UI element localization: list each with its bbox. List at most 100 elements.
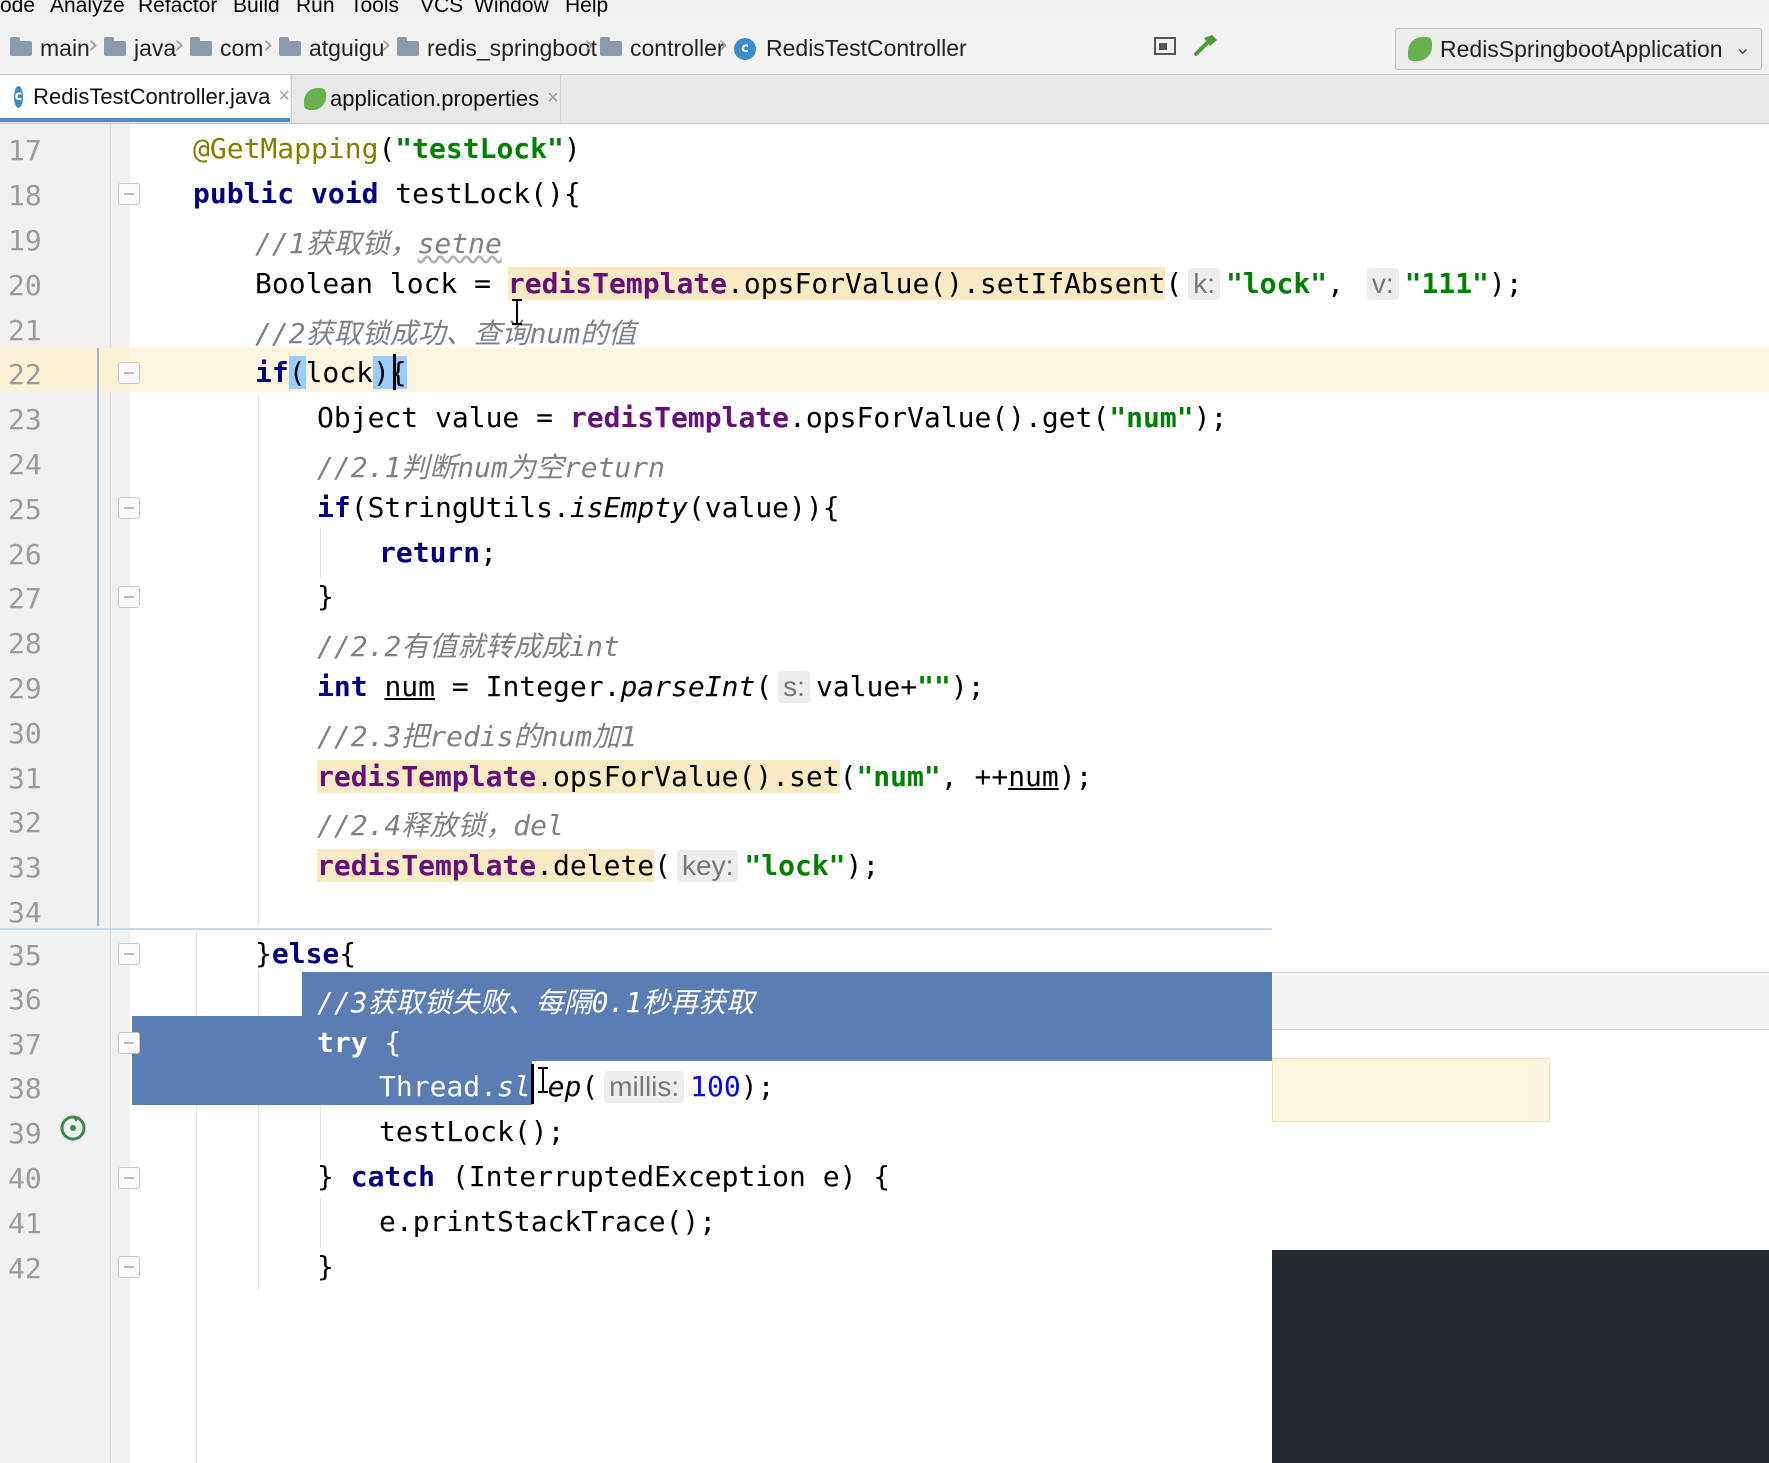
code-text: public void testLock(){ xyxy=(193,177,581,210)
comment-text: //1获取锁，setne xyxy=(255,227,502,260)
code-text: if(StringUtils.isEmpty(value)){ xyxy=(317,491,840,524)
properties-file-icon xyxy=(304,87,326,110)
code-line: 17 @GetMapping("testLock") xyxy=(0,128,1769,178)
breadcrumb-redis-springboot[interactable]: redis_springboot xyxy=(397,35,597,62)
code-text: } catch (InterruptedException e) { xyxy=(317,1160,891,1193)
line-number: 28 xyxy=(8,627,42,660)
line-number: 24 xyxy=(8,448,42,481)
parameter-hint: millis: xyxy=(604,1071,685,1103)
code-line: 25 if(StringUtils.isEmpty(value)){ xyxy=(0,487,1769,537)
code-text: Object value = redisTemplate.opsForValue… xyxy=(317,401,1228,434)
line-number: 34 xyxy=(8,896,42,929)
code-line-selected: 36 //3获取锁失败、每隔0.1秒再获取 xyxy=(0,977,1769,1027)
parameter-hint: k: xyxy=(1188,268,1220,300)
folder-icon xyxy=(190,37,212,56)
class-icon: c xyxy=(734,37,756,60)
tab-redis-test-controller[interactable]: c RedisTestController.java × xyxy=(0,75,290,122)
line-number: 37 xyxy=(8,1028,42,1061)
code-text: } xyxy=(317,580,334,613)
code-line: 31 redisTemplate.opsForValue().set("num"… xyxy=(0,756,1769,806)
code-line: 28 //2.2有值就转成成int xyxy=(0,621,1769,671)
text-cursor xyxy=(393,354,396,390)
comment-text: //2获取锁成功、查询num的值 xyxy=(255,317,637,350)
breadcrumb-main[interactable]: main xyxy=(10,35,90,62)
code-line: 19 //1获取锁，setne xyxy=(0,218,1769,268)
run-configuration-select[interactable]: RedisSpringbootApplication ⌄ xyxy=(1395,28,1762,70)
code-line: 29 int num = Integer.parseInt(s: value+""… xyxy=(0,666,1769,716)
text-cursor xyxy=(531,1064,534,1104)
code-line-selected: 37 try { xyxy=(0,1022,1769,1072)
line-number: 26 xyxy=(8,538,42,571)
code-line: 18 public void testLock(){ xyxy=(0,173,1769,223)
menu-code[interactable]: ode xyxy=(0,0,35,18)
chevron-right-icon: › xyxy=(718,30,729,60)
folder-icon xyxy=(10,37,32,56)
breadcrumb-atguigu[interactable]: atguigu xyxy=(279,35,384,62)
close-icon[interactable]: × xyxy=(547,87,559,110)
code-line: 39 testLock(); xyxy=(0,1111,1769,1161)
code-line: 20 Boolean lock = redisTemplate.opsForVa… xyxy=(0,263,1769,313)
code-line: 35 }else{ xyxy=(0,933,1769,983)
code-text: try { xyxy=(317,1026,402,1059)
line-number: 21 xyxy=(8,314,42,347)
line-number: 32 xyxy=(8,806,42,839)
chevron-right-icon: › xyxy=(381,30,392,60)
tab-application-properties[interactable]: application.properties × xyxy=(291,75,561,122)
code-line: 21 //2获取锁成功、查询num的值 xyxy=(0,308,1769,358)
line-number: 36 xyxy=(8,983,42,1016)
line-number: 20 xyxy=(8,269,42,302)
code-line: 26 return; xyxy=(0,532,1769,582)
layout-icon[interactable] xyxy=(1153,34,1177,58)
menu-help[interactable]: Help xyxy=(565,0,608,18)
code-text: redisTemplate.delete(key: "lock"); xyxy=(317,849,880,882)
line-number: 25 xyxy=(8,493,42,526)
menu-tools[interactable]: Tools xyxy=(350,0,399,18)
line-number: 27 xyxy=(8,582,42,615)
menu-run[interactable]: Run xyxy=(296,0,335,18)
comment-text: //2.4释放锁，del xyxy=(317,809,564,842)
breadcrumb-com[interactable]: com xyxy=(190,35,263,62)
folder-icon xyxy=(397,37,419,56)
menu-refactor[interactable]: Refactor xyxy=(138,0,217,18)
spring-boot-icon xyxy=(1408,37,1432,61)
code-text: }else{ xyxy=(255,937,357,970)
breadcrumb-class[interactable]: c RedisTestController xyxy=(734,35,967,62)
line-number: 38 xyxy=(8,1072,42,1105)
code-text: testLock(); xyxy=(379,1115,565,1148)
class-icon: c xyxy=(14,85,24,108)
menu-analyze[interactable]: Analyze xyxy=(50,0,125,18)
code-line: 24 //2.1判断num为空return xyxy=(0,442,1769,492)
code-text: redisTemplate.opsForValue().set("num", +… xyxy=(317,760,1093,793)
close-icon[interactable]: × xyxy=(278,85,290,108)
line-number: 30 xyxy=(8,717,42,750)
comment-text: //2.2有值就转成成int xyxy=(317,630,620,663)
line-number: 22 xyxy=(8,358,42,391)
chevron-right-icon: › xyxy=(88,30,99,60)
code-line: 33 redisTemplate.delete(key: "lock"); xyxy=(0,845,1769,895)
code-text: @GetMapping("testLock") xyxy=(193,132,581,165)
comment-text: //2.1判断num为空return xyxy=(317,451,666,484)
line-number: 17 xyxy=(8,134,42,167)
code-line: 30 //2.3把redis的num加1 xyxy=(0,711,1769,761)
code-line: 32 //2.4释放锁，del xyxy=(0,800,1769,850)
breadcrumb-controller[interactable]: controller xyxy=(600,35,725,62)
line-number: 42 xyxy=(8,1252,42,1285)
parameter-hint: s: xyxy=(778,671,810,703)
line-number: 33 xyxy=(8,851,42,884)
parameter-hint: key: xyxy=(677,850,739,882)
folder-icon xyxy=(104,37,126,56)
menu-build[interactable]: Build xyxy=(233,0,280,18)
line-number: 29 xyxy=(8,672,42,705)
folder-icon xyxy=(279,37,301,56)
line-number: 35 xyxy=(8,939,42,972)
code-line-selected: 38 Thread.sleep(millis: 100); xyxy=(0,1066,1769,1116)
menu-window[interactable]: Window xyxy=(474,0,549,18)
build-hammer-icon[interactable] xyxy=(1192,32,1220,60)
mouse-ibeam-icon xyxy=(538,1067,548,1093)
breadcrumb-java[interactable]: java xyxy=(104,35,176,62)
comment-text: //2.3把redis的num加1 xyxy=(317,720,638,753)
code-text: Boolean lock = redisTemplate.opsForValue… xyxy=(255,267,1523,300)
code-text: int num = Integer.parseInt(s: value+""); xyxy=(317,670,985,703)
code-line-current: 22 if(lock){ xyxy=(0,352,1769,402)
menu-vcs[interactable]: VCS xyxy=(420,0,463,18)
